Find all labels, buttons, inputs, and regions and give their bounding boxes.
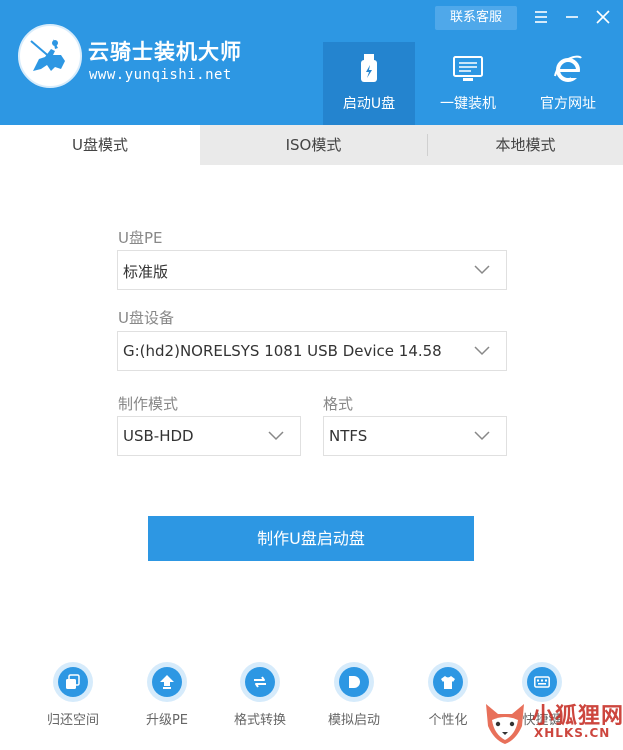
brand-logo: 云骑士装机大师 www.yunqishi.net [18,22,258,102]
tab-usb-mode[interactable]: U盘模式 [0,125,200,165]
mode-select[interactable]: USB-HDD [117,416,301,456]
simulate-start-icon [339,667,369,697]
watermark-site: XHLKS.CN [534,726,611,740]
tool-icon-ring [53,662,93,702]
nav-tab-label: 启动U盘 [342,96,396,112]
format-select-value: NTFS [329,427,368,445]
mode-tab-bar: U盘模式 ISO模式 本地模式 [0,125,623,165]
brand-url: www.yunqishi.net [89,67,232,83]
tool-icon-ring [240,662,280,702]
brand-name: 云骑士装机大师 [88,40,242,64]
pe-select[interactable]: 标准版 [117,250,507,290]
watermark: 小狐狸网 XHLKS.CN [482,696,623,750]
fox-face-icon [486,704,524,744]
tool-label: 归还空间 [46,713,99,728]
device-label: U盘设备 [118,309,174,327]
contact-support-button[interactable]: 联系客服 [435,6,517,30]
chevron-down-icon [474,431,490,441]
upgrade-icon [152,667,182,697]
nav-tab-official-site[interactable]: 官方网址 [522,42,614,125]
pe-label: U盘PE [118,229,163,247]
format-label: 格式 [323,395,354,413]
nav-tab-label: 一键装机 [440,96,496,112]
close-icon[interactable] [592,6,614,28]
tool-label: 个性化 [428,713,468,728]
tool-icon-ring [147,662,187,702]
tab-iso-mode[interactable]: ISO模式 [200,125,427,165]
keyboard-icon [527,667,557,697]
browser-ie-icon [551,52,585,90]
device-select-value: G:(hd2)NORELSYS 1081 USB Device 14.58 [123,342,442,360]
usb-icon [354,52,384,90]
monitor-icon [451,52,485,90]
tshirt-icon [433,667,463,697]
device-select[interactable]: G:(hd2)NORELSYS 1081 USB Device 14.58 [117,331,507,371]
app-header: 云骑士装机大师 www.yunqishi.net 联系客服 启动U盘 一键装机 … [0,0,623,125]
tool-restore-space[interactable]: 归还空间 [33,662,113,732]
mode-label: 制作模式 [118,395,179,413]
create-usb-boot-button[interactable]: 制作U盘启动盘 [148,516,474,561]
tool-simulate-start[interactable]: 模拟启动 [314,662,394,732]
menu-icon[interactable] [530,6,552,28]
chevron-down-icon [268,431,284,441]
tool-format-convert[interactable]: 格式转换 [220,662,300,732]
restore-space-icon [58,667,88,697]
tool-icon-ring [334,662,374,702]
tab-local-mode[interactable]: 本地模式 [428,125,623,165]
tool-personalize[interactable]: 个性化 [408,662,488,732]
nav-tab-one-click-install[interactable]: 一键装机 [422,42,514,125]
knight-logo-icon [18,24,82,88]
tool-label: 模拟启动 [327,713,380,728]
convert-icon [245,667,275,697]
nav-tab-usb-boot[interactable]: 启动U盘 [323,42,415,125]
tool-upgrade-pe[interactable]: 升级PE [127,662,207,732]
nav-tab-label: 官方网址 [540,96,596,112]
minimize-icon[interactable] [561,6,583,28]
chevron-down-icon [474,265,490,275]
mode-select-value: USB-HDD [123,427,194,445]
tool-icon-ring [428,662,468,702]
tool-label: 格式转换 [233,713,286,728]
tool-label: 升级PE [145,713,189,728]
format-select[interactable]: NTFS [323,416,507,456]
chevron-down-icon [474,346,490,356]
pe-select-value: 标准版 [123,263,169,281]
